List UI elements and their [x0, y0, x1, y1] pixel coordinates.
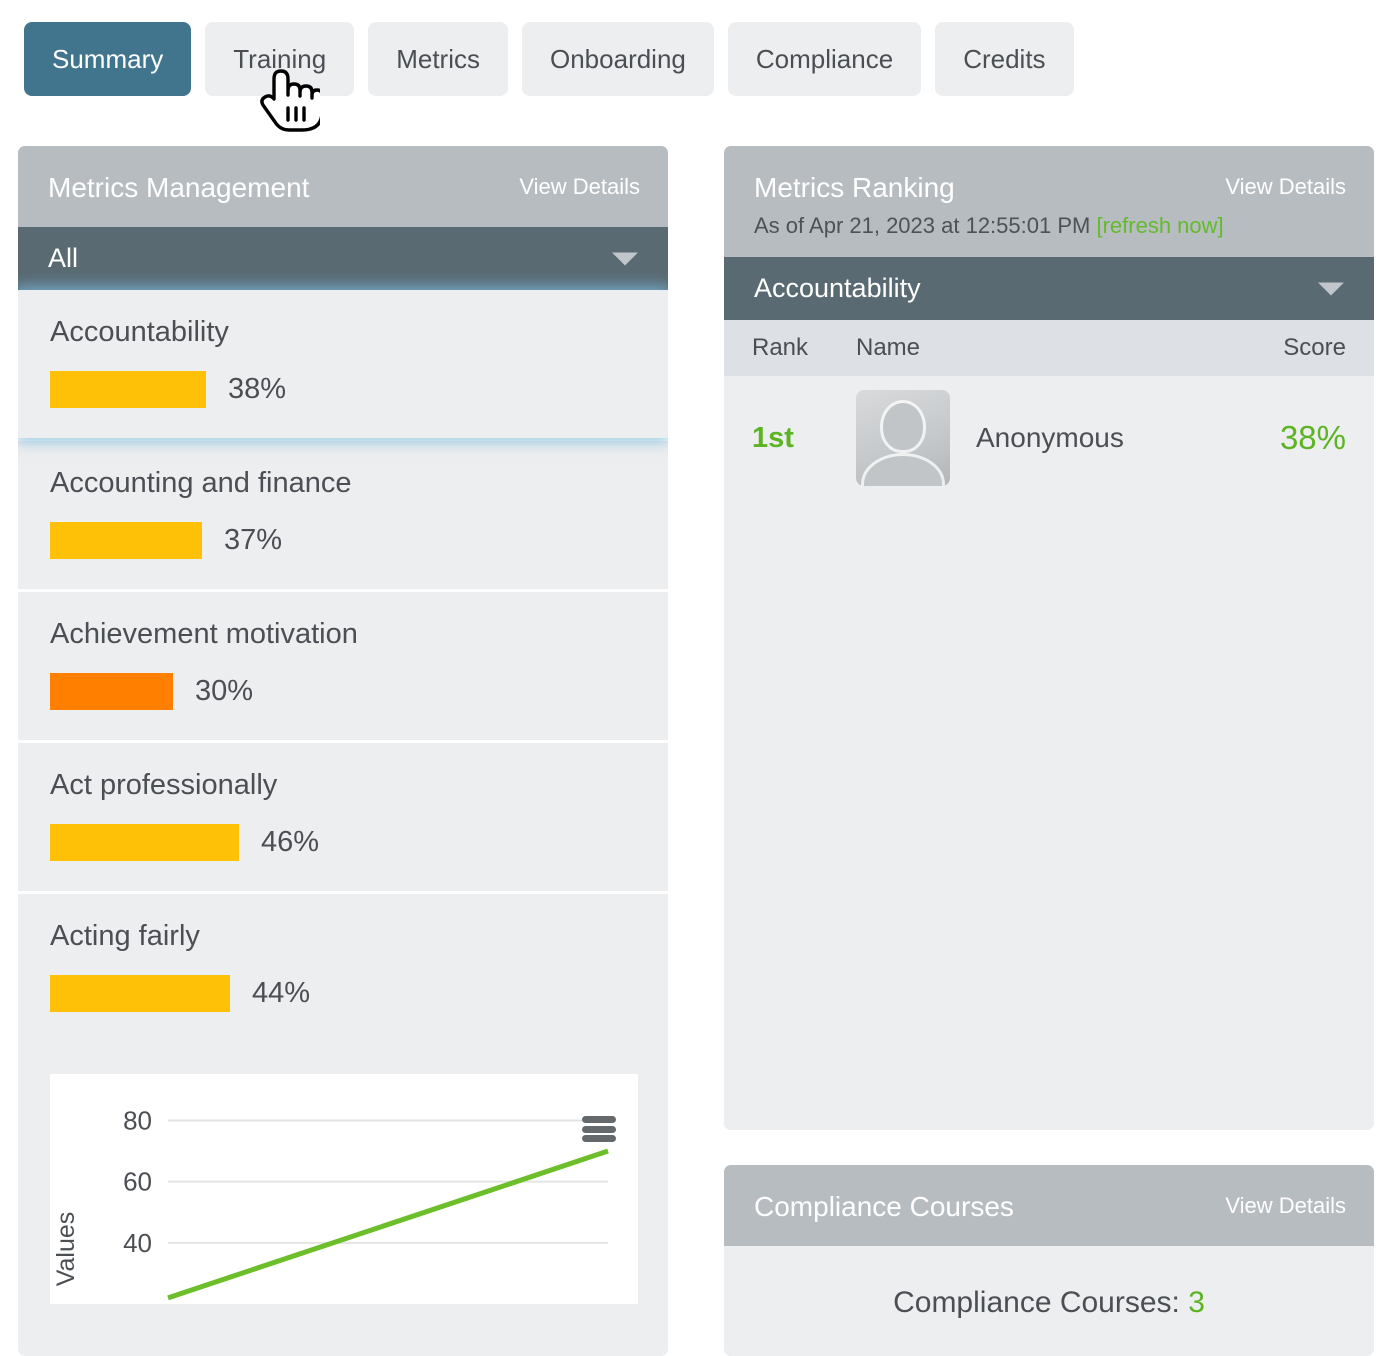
metric-name: Acting fairly	[50, 920, 200, 952]
ranking-panel-header: Metrics Ranking View Details As of Apr 2…	[724, 146, 1374, 257]
metric-percent-label: 46%	[261, 826, 320, 858]
rank-user-name: Anonymous	[976, 422, 1124, 453]
metric-bar-row: 46%	[50, 824, 638, 861]
tab-metrics[interactable]: Metrics	[368, 22, 508, 96]
chart-canvas: 80 60 40 Values	[52, 1105, 609, 1301]
ranking-filter-value: Accountability	[754, 273, 921, 303]
compliance-courses-panel: Compliance Courses View Details Complian…	[724, 1165, 1374, 1356]
courses-view-details-link[interactable]: View Details	[1225, 1193, 1346, 1219]
values-line-chart: 80 60 40 Values	[50, 1074, 638, 1304]
metrics-filter-value: All	[48, 243, 79, 273]
metrics-list: Accountability 38% Accounting and finance 3…	[18, 290, 668, 1042]
tab-credits[interactable]: Credits	[935, 22, 1074, 96]
metric-name: Achievement motivation	[50, 618, 358, 650]
ranking-as-of-text: As of Apr 21, 2023 at 12:55:01 PM	[754, 213, 1091, 238]
anonymous-avatar-icon	[856, 390, 950, 486]
metric-progress-bar	[50, 975, 230, 1012]
main-tab-bar: Summary Training Metrics Onboarding Comp…	[24, 22, 1074, 96]
metrics-view-details-link[interactable]: View Details	[519, 174, 640, 200]
metric-list-item[interactable]: Act professionally 46%	[18, 740, 668, 891]
metric-list-item[interactable]: Accountability 38%	[18, 290, 668, 438]
chart-y-tick-labels: 80 60 40	[123, 1105, 152, 1257]
chart-y-tick: 60	[123, 1167, 152, 1197]
ranking-timestamp: As of Apr 21, 2023 at 12:55:01 PM [refre…	[754, 213, 1348, 239]
metric-progress-bar	[50, 371, 206, 408]
courses-summary-label: Compliance Courses:	[893, 1286, 1189, 1319]
column-header-name: Name	[856, 334, 921, 361]
metric-percent-label: 44%	[252, 977, 311, 1009]
courses-title: Compliance Courses	[754, 1191, 1014, 1222]
metric-bar-row: 38%	[50, 371, 638, 408]
ranking-column-headers: Rank Name Score	[724, 320, 1374, 376]
metric-progress-bar	[50, 673, 173, 710]
chart-y-tick: 80	[123, 1105, 152, 1135]
metric-list-item[interactable]: Achievement motivation 30%	[18, 589, 668, 740]
ranking-title: Metrics Ranking	[754, 172, 955, 203]
metric-bar-row: 30%	[50, 673, 638, 710]
hamburger-menu-icon[interactable]	[582, 1116, 616, 1142]
metric-name: Accountability	[50, 316, 229, 348]
metric-bar-row: 44%	[50, 975, 638, 1012]
metric-list-item[interactable]: Acting fairly 44%	[18, 891, 668, 1042]
metric-name: Act professionally	[50, 769, 278, 801]
refresh-now-link[interactable]: [refresh now]	[1096, 213, 1223, 238]
metric-list-item[interactable]: Accounting and finance 37%	[18, 438, 668, 589]
courses-count: 3	[1188, 1286, 1205, 1319]
page-title: Metrics Management	[48, 172, 310, 203]
tab-compliance[interactable]: Compliance	[727, 22, 922, 96]
ranking-metric-select[interactable]: Accountability	[724, 257, 1374, 320]
metric-name: Accounting and finance	[50, 467, 352, 499]
metric-percent-label: 38%	[228, 373, 287, 405]
column-header-rank: Rank	[752, 334, 809, 361]
metric-percent-label: 30%	[195, 675, 254, 707]
ranking-row[interactable]: 1st Anonymous 38%	[724, 376, 1374, 500]
metrics-panel-header: Metrics Management View Details	[18, 146, 668, 227]
chevron-down-icon	[1318, 282, 1344, 295]
rank-score: 38%	[1279, 419, 1346, 456]
tab-training[interactable]: Training	[205, 22, 355, 96]
metrics-management-panel: Metrics Management View Details All Acco…	[18, 146, 668, 1356]
tab-summary[interactable]: Summary	[24, 22, 192, 96]
metric-bar-row: 37%	[50, 522, 638, 559]
metrics-filter-select[interactable]: All	[18, 227, 668, 290]
metric-percent-label: 37%	[224, 524, 283, 556]
chart-y-tick: 40	[123, 1228, 152, 1258]
ranking-rows: 1st Anonymous 38%	[724, 376, 1374, 1130]
metric-progress-bar	[50, 824, 239, 861]
metric-progress-bar	[50, 522, 202, 559]
rank-position: 1st	[752, 421, 794, 454]
metrics-ranking-panel: Metrics Ranking View Details As of Apr 2…	[724, 146, 1374, 1130]
chart-y-axis-label: Values	[52, 1212, 80, 1287]
column-header-score: Score	[1283, 334, 1346, 361]
chevron-down-icon	[612, 252, 638, 265]
tab-onboarding[interactable]: Onboarding	[522, 22, 714, 96]
courses-summary: Compliance Courses: 3	[724, 1246, 1374, 1356]
ranking-view-details-link[interactable]: View Details	[1225, 174, 1346, 200]
chart-line-series	[167, 1148, 609, 1301]
courses-panel-header: Compliance Courses View Details	[724, 1165, 1374, 1246]
